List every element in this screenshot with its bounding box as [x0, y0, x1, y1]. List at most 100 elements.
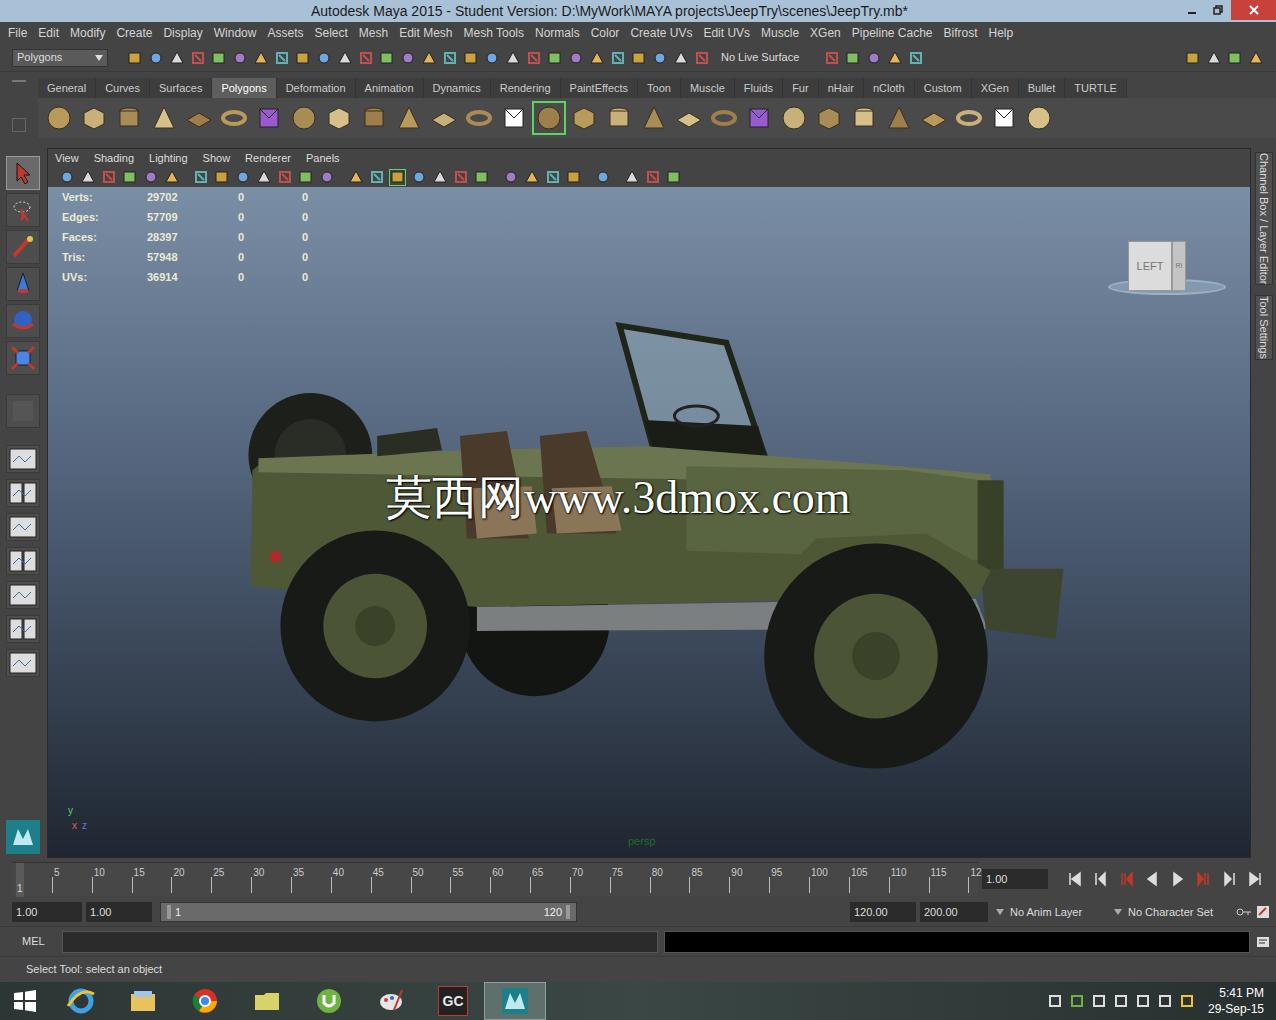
- shelf-tab[interactable]: nHair: [819, 78, 864, 98]
- panel-tool-icon[interactable]: [474, 169, 490, 185]
- shelf-tab[interactable]: XGen: [972, 78, 1019, 98]
- menu-item[interactable]: Bifrost: [944, 24, 978, 42]
- panel-tool-button[interactable]: [544, 169, 561, 186]
- panel-tool-icon[interactable]: [214, 169, 230, 185]
- panel-tool-icon[interactable]: [80, 169, 96, 185]
- layout-icon[interactable]: [1185, 50, 1201, 66]
- playback-button-icon[interactable]: [1246, 871, 1266, 887]
- playback-button-icon[interactable]: [1194, 871, 1214, 887]
- menu-item[interactable]: Window: [214, 24, 257, 42]
- shelf-button[interactable]: [917, 101, 951, 135]
- shelf-button[interactable]: [252, 101, 286, 135]
- script-editor-icon[interactable]: [1256, 935, 1270, 949]
- panel-tool-button[interactable]: [255, 169, 272, 186]
- render-tool-icon[interactable]: [887, 50, 903, 66]
- panel-tool-icon[interactable]: [101, 169, 117, 185]
- shelf-button[interactable]: [392, 101, 426, 135]
- layout-button[interactable]: [6, 445, 40, 473]
- menu-item[interactable]: Muscle: [761, 24, 799, 42]
- playback-button-icon[interactable]: [1116, 871, 1136, 887]
- panel-menu-item[interactable]: Renderer: [245, 150, 291, 167]
- status-tool-icon[interactable]: [190, 50, 206, 66]
- panel-tool-icon[interactable]: [595, 169, 611, 185]
- shelf-button[interactable]: [707, 101, 741, 135]
- shelf-button[interactable]: [812, 101, 846, 135]
- status-tool-icon[interactable]: [442, 50, 458, 66]
- menu-item[interactable]: Help: [989, 24, 1014, 42]
- panel-tool-button[interactable]: [347, 169, 364, 186]
- status-tool-icon[interactable]: [610, 50, 626, 66]
- shelf-tab[interactable]: Custom: [915, 78, 972, 98]
- render-tool-icon[interactable]: [908, 50, 924, 66]
- panel-menu-item[interactable]: View: [55, 150, 79, 167]
- menu-item[interactable]: Create UVs: [630, 24, 692, 42]
- shelf-button[interactable]: [182, 101, 216, 135]
- panel-tool-button[interactable]: [213, 169, 230, 186]
- panel-tool-button[interactable]: [163, 169, 180, 186]
- playback-button-icon[interactable]: [1168, 871, 1188, 887]
- shelf-tab[interactable]: Curves: [96, 78, 150, 98]
- status-tool-icon[interactable]: [505, 50, 521, 66]
- menu-item[interactable]: Mesh Tools: [464, 24, 524, 42]
- shelf-tab[interactable]: Muscle: [681, 78, 735, 98]
- taskbar-app[interactable]: GC: [422, 982, 484, 1020]
- viewcube-right-face[interactable]: RI: [1172, 241, 1186, 291]
- menu-item[interactable]: Modify: [70, 24, 105, 42]
- panel-tool-icon[interactable]: [256, 169, 272, 185]
- taskbar-app[interactable]: [360, 982, 422, 1020]
- panel-tool-icon[interactable]: [164, 169, 180, 185]
- menu-item[interactable]: Assets: [267, 24, 303, 42]
- jeep-model[interactable]: [48, 187, 1250, 857]
- panel-tool-button[interactable]: [276, 169, 293, 186]
- character-set-dropdown[interactable]: No Character Set: [1110, 902, 1232, 922]
- panel-menu-item[interactable]: Lighting: [149, 150, 188, 167]
- shelf-button[interactable]: [462, 101, 496, 135]
- viewcube-left-face[interactable]: LEFT: [1128, 241, 1172, 291]
- tray-icon[interactable]: [1070, 994, 1084, 1008]
- menu-item[interactable]: Color: [591, 24, 620, 42]
- shelf-button[interactable]: [77, 101, 111, 135]
- panel-tool-icon[interactable]: [319, 169, 335, 185]
- panel-tool-icon[interactable]: [348, 169, 364, 185]
- shelf-tab[interactable]: Deformation: [277, 78, 356, 98]
- panel-tool-button[interactable]: [121, 169, 138, 186]
- shelf-button[interactable]: [672, 101, 706, 135]
- panel-tool-button[interactable]: [523, 169, 540, 186]
- status-tool-icon[interactable]: [127, 50, 143, 66]
- shelf-button[interactable]: [1022, 101, 1056, 135]
- panel-tool-icon[interactable]: [503, 169, 519, 185]
- panel-tool-button[interactable]: [452, 169, 469, 186]
- panel-tool-icon[interactable]: [524, 169, 540, 185]
- shelf-tab[interactable]: Animation: [356, 78, 424, 98]
- status-tool-icon[interactable]: [463, 50, 479, 66]
- shelf-tab[interactable]: PaintEffects: [561, 78, 639, 98]
- panel-menu-item[interactable]: Show: [203, 150, 231, 167]
- live-surface-label[interactable]: No Live Surface: [721, 49, 799, 66]
- panel-tool-button[interactable]: [79, 169, 96, 186]
- shelf-button[interactable]: [287, 101, 321, 135]
- taskbar-app[interactable]: [174, 982, 236, 1020]
- status-tool-icon[interactable]: [379, 50, 395, 66]
- playback-start-field[interactable]: 1.00: [86, 902, 152, 922]
- menu-item[interactable]: Pipeline Cache: [852, 24, 933, 42]
- panel-tool-button[interactable]: [100, 169, 117, 186]
- panel-menu-item[interactable]: Shading: [94, 150, 134, 167]
- panel-tool-button[interactable]: [431, 169, 448, 186]
- panel-tool-icon[interactable]: [59, 169, 75, 185]
- playback-end-field[interactable]: 120.00: [850, 902, 916, 922]
- panel-tool-button[interactable]: [368, 169, 385, 186]
- shelf-tab[interactable]: Bullet: [1019, 78, 1066, 98]
- tool-button[interactable]: [6, 394, 40, 428]
- panel-tool-button[interactable]: [234, 169, 251, 186]
- shelf-button[interactable]: [217, 101, 251, 135]
- menu-item[interactable]: XGen: [810, 24, 841, 42]
- shelf-button[interactable]: [497, 101, 531, 135]
- shelf-tab[interactable]: nCloth: [864, 78, 915, 98]
- status-tool-icon[interactable]: [274, 50, 290, 66]
- animation-end-field[interactable]: 200.00: [920, 902, 988, 922]
- menu-item[interactable]: Select: [314, 24, 347, 42]
- panel-tool-icon[interactable]: [369, 169, 385, 185]
- panel-tool-icon[interactable]: [545, 169, 561, 185]
- panel-tool-icon[interactable]: [666, 169, 682, 185]
- panel-menu-item[interactable]: Panels: [306, 150, 340, 167]
